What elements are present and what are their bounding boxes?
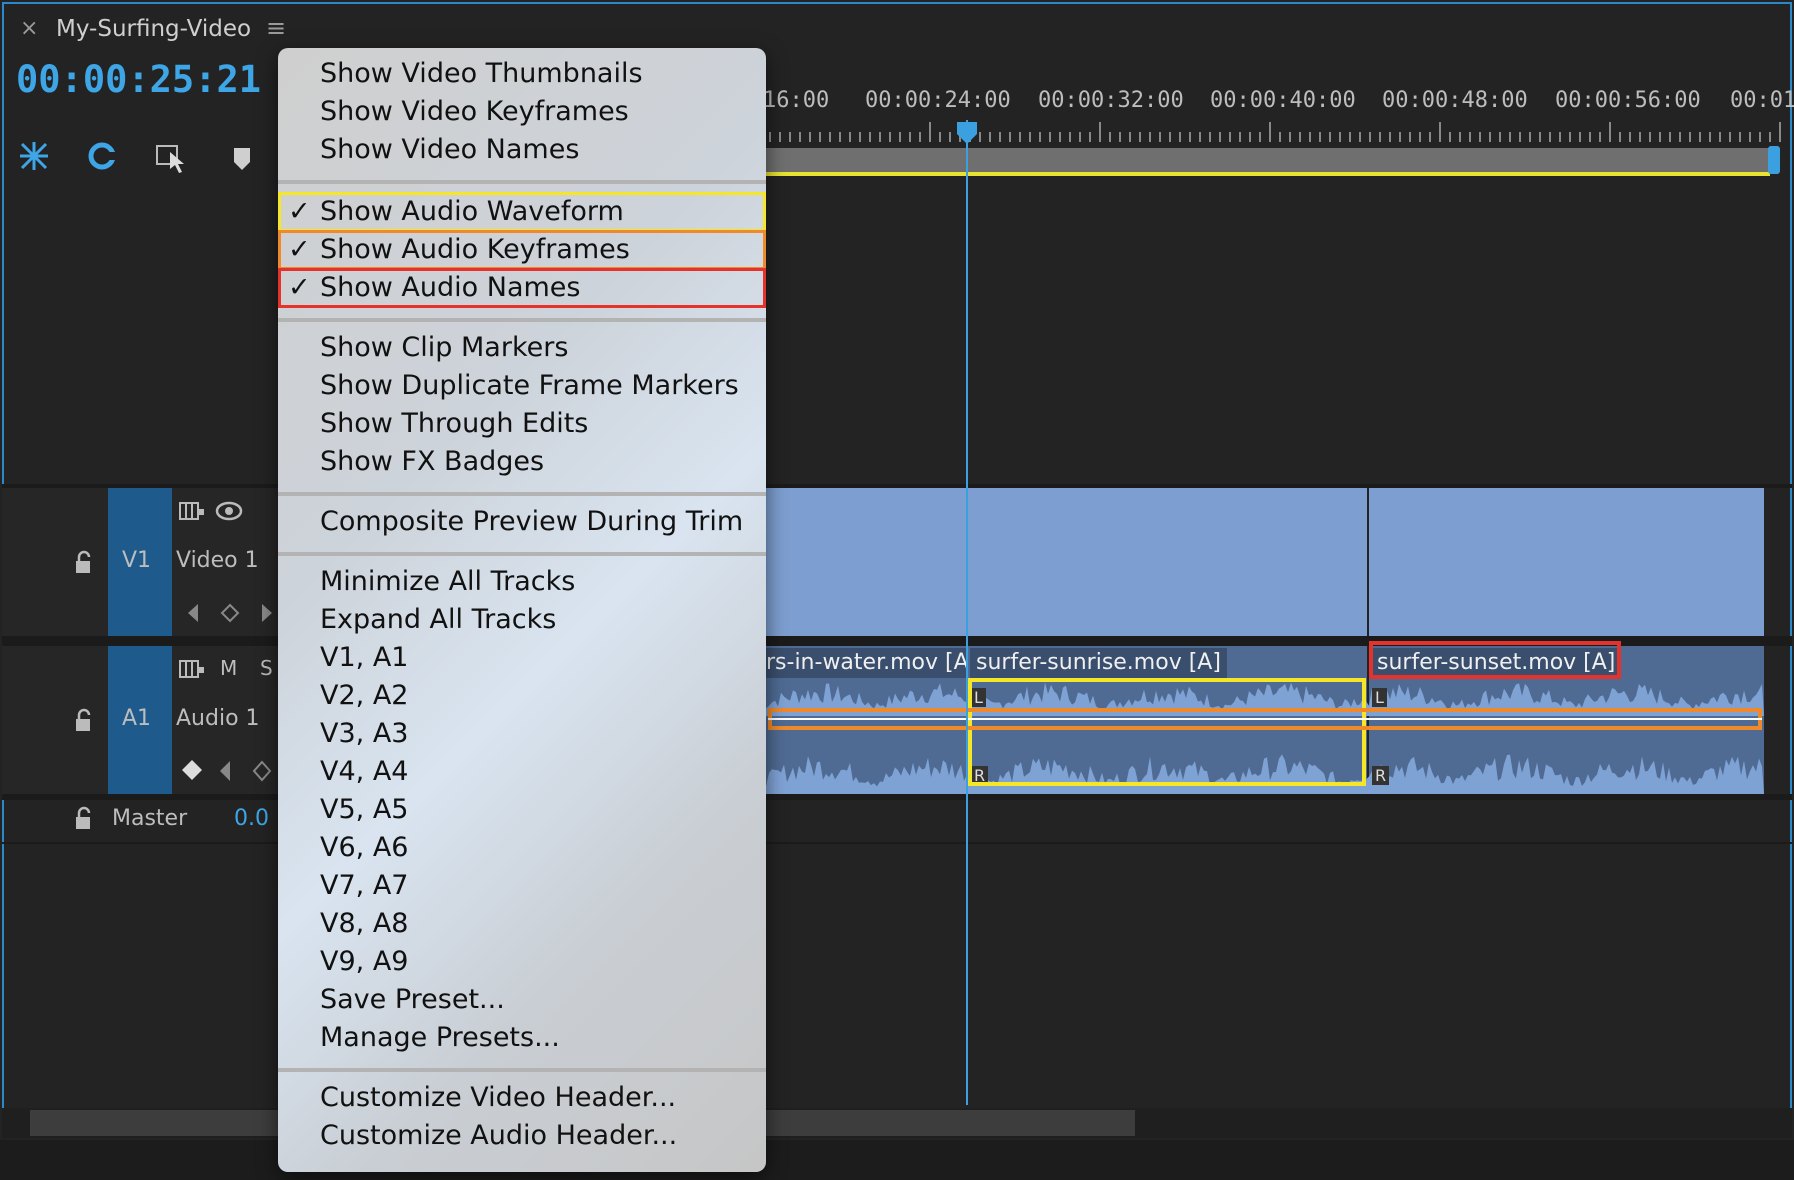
menu-separator bbox=[278, 318, 766, 322]
master-volume-value[interactable]: 0.0 bbox=[234, 806, 269, 831]
video-clip[interactable] bbox=[968, 488, 1367, 636]
menu-item-customize-video-header[interactable]: Customize Video Header... bbox=[320, 1082, 676, 1113]
volume-keyframe-line[interactable] bbox=[768, 718, 1762, 720]
lock-icon[interactable] bbox=[72, 708, 96, 734]
playhead-timecode[interactable]: 00:00:25:21 bbox=[16, 58, 261, 101]
keyframe-nav-icon[interactable] bbox=[184, 600, 274, 626]
ruler-label: 00:00:48:00 bbox=[1382, 88, 1528, 113]
menu-item-preset-v5-a5[interactable]: V5, A5 bbox=[320, 794, 408, 825]
work-area-bar[interactable] bbox=[760, 148, 1770, 174]
ruler-label: 00:00:32:00 bbox=[1038, 88, 1184, 113]
channel-label-right: R bbox=[1372, 766, 1390, 785]
track-divider bbox=[2, 794, 1792, 800]
menu-item-show-audio-keyframes[interactable]: Show Audio Keyframes bbox=[320, 234, 630, 265]
menu-item-show-through-edits[interactable]: Show Through Edits bbox=[320, 408, 588, 439]
menu-item-show-fx-badges[interactable]: Show FX Badges bbox=[320, 446, 544, 477]
playhead-line bbox=[966, 120, 968, 1105]
menu-item-show-audio-waveform[interactable]: Show Audio Waveform bbox=[320, 196, 624, 227]
menu-item-show-audio-names[interactable]: Show Audio Names bbox=[320, 272, 580, 303]
snap-icon[interactable] bbox=[16, 138, 52, 174]
ruler-ticks bbox=[760, 122, 1781, 142]
menu-item-manage-presets[interactable]: Manage Presets... bbox=[320, 1022, 560, 1053]
work-area-indicator bbox=[760, 172, 1770, 176]
audio-name-highlight bbox=[1369, 641, 1621, 679]
checkmark-icon: ✓ bbox=[288, 196, 311, 227]
video-clip[interactable] bbox=[1369, 488, 1764, 636]
lock-icon[interactable] bbox=[72, 550, 96, 576]
menu-item-preset-v8-a8[interactable]: V8, A8 bbox=[320, 908, 408, 939]
menu-item-show-video-keyframes[interactable]: Show Video Keyframes bbox=[320, 96, 629, 127]
toggle-sync-lock-icon[interactable] bbox=[178, 500, 206, 522]
menu-item-minimize-all-tracks[interactable]: Minimize All Tracks bbox=[320, 566, 575, 597]
a1-track-id: A1 bbox=[122, 706, 152, 731]
add-marker-icon[interactable] bbox=[224, 140, 260, 176]
ruler-label: 00:00:56:00 bbox=[1555, 88, 1701, 113]
channel-label-left: L bbox=[1372, 688, 1387, 707]
menu-item-expand-all-tracks[interactable]: Expand All Tracks bbox=[320, 604, 556, 635]
menu-separator bbox=[278, 492, 766, 496]
menu-item-show-clip-markers[interactable]: Show Clip Markers bbox=[320, 332, 568, 363]
waveform-highlight bbox=[968, 678, 1366, 786]
insert-overwrite-icon[interactable] bbox=[154, 138, 190, 174]
close-tab-icon[interactable]: × bbox=[20, 16, 38, 41]
timeline-display-settings-menu: Show Video Thumbnails Show Video Keyfram… bbox=[278, 48, 766, 1172]
v1-track-name: Video 1 bbox=[176, 548, 259, 573]
menu-item-show-video-thumbnails[interactable]: Show Video Thumbnails bbox=[320, 58, 643, 89]
menu-item-show-duplicate-frame-markers[interactable]: Show Duplicate Frame Markers bbox=[320, 370, 739, 401]
menu-item-preset-v3-a3[interactable]: V3, A3 bbox=[320, 718, 408, 749]
toggle-output-icon[interactable] bbox=[214, 500, 244, 522]
menu-item-save-preset[interactable]: Save Preset... bbox=[320, 984, 505, 1015]
menu-item-preset-v6-a6[interactable]: V6, A6 bbox=[320, 832, 408, 863]
keyframe-nav-icon[interactable] bbox=[180, 756, 276, 786]
work-area-end-handle[interactable] bbox=[1768, 146, 1782, 176]
a1-track-name: Audio 1 bbox=[176, 706, 260, 731]
clip-name: rs-in-water.mov [A] bbox=[760, 648, 984, 678]
clip-name: surfer-sunrise.mov [A] bbox=[970, 648, 1227, 678]
menu-item-customize-audio-header[interactable]: Customize Audio Header... bbox=[320, 1120, 677, 1151]
checkmark-icon: ✓ bbox=[288, 234, 311, 265]
status-strip bbox=[0, 1140, 1794, 1180]
toggle-sync-lock-icon[interactable] bbox=[178, 658, 206, 680]
track-divider bbox=[2, 842, 1792, 844]
menu-item-preset-v9-a9[interactable]: V9, A9 bbox=[320, 946, 408, 977]
ruler-label: 00:01 bbox=[1730, 88, 1794, 113]
mute-button[interactable]: M bbox=[220, 656, 237, 680]
menu-separator bbox=[278, 180, 766, 184]
menu-separator bbox=[278, 552, 766, 556]
master-track-name: Master bbox=[112, 806, 188, 831]
menu-item-preset-v7-a7[interactable]: V7, A7 bbox=[320, 870, 408, 901]
checkmark-icon: ✓ bbox=[288, 272, 311, 303]
ruler-label: 16:00 bbox=[763, 88, 830, 113]
menu-item-show-video-names[interactable]: Show Video Names bbox=[320, 134, 579, 165]
menu-item-composite-preview[interactable]: Composite Preview During Trim bbox=[320, 506, 743, 537]
sequence-tab-title[interactable]: My-Surfing-Video bbox=[56, 16, 251, 42]
menu-item-preset-v2-a2[interactable]: V2, A2 bbox=[320, 680, 408, 711]
video-clip[interactable] bbox=[760, 488, 966, 636]
ruler-label: 00:00:24:00 bbox=[865, 88, 1011, 113]
ruler-label: 00:00:40:00 bbox=[1210, 88, 1356, 113]
solo-button[interactable]: S bbox=[260, 656, 273, 680]
v1-track-id: V1 bbox=[122, 548, 152, 573]
linked-selection-icon[interactable] bbox=[84, 138, 120, 174]
menu-separator bbox=[278, 1068, 766, 1072]
panel-menu-icon[interactable]: ≡ bbox=[266, 14, 286, 42]
lock-icon[interactable] bbox=[72, 806, 96, 832]
menu-item-preset-v1-a1[interactable]: V1, A1 bbox=[320, 642, 408, 673]
menu-item-preset-v4-a4[interactable]: V4, A4 bbox=[320, 756, 408, 787]
